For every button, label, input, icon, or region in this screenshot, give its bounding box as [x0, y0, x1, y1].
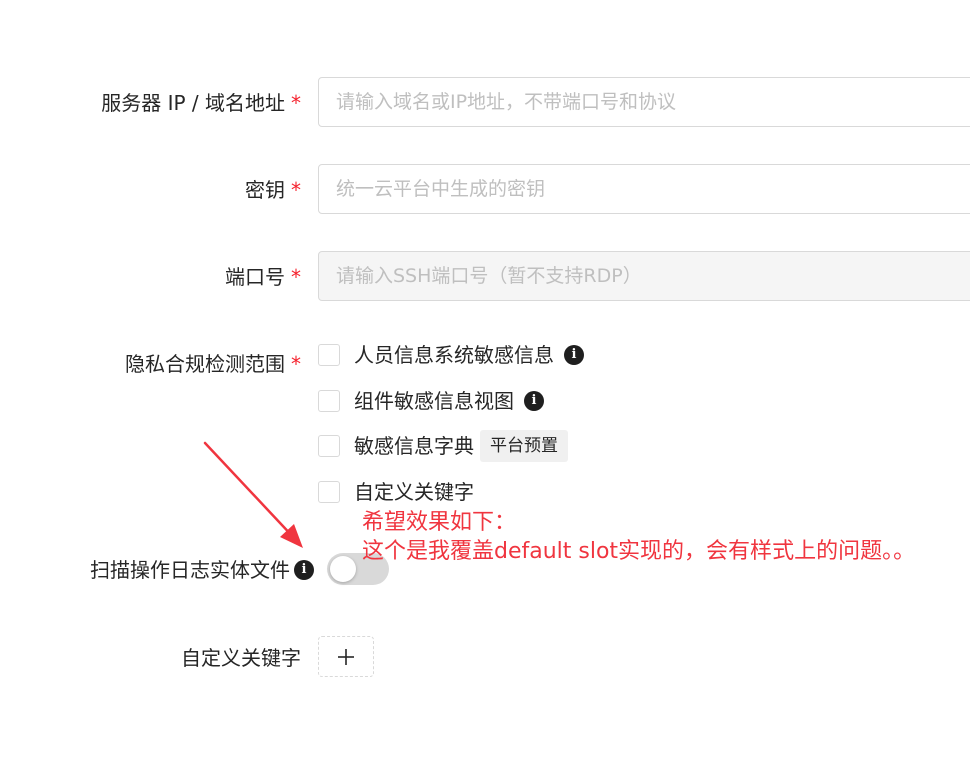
checkbox-box[interactable]: [318, 390, 340, 412]
annotation-text: 希望效果如下： 这个是我覆盖default slot实现的，会有样式上的问题。。: [362, 510, 916, 564]
server-address-label: 服务器 IP / 域名地址 *: [101, 91, 301, 115]
scan-log-label: 扫描操作日志实体文件 i: [90, 556, 314, 584]
form-page: 服务器 IP / 域名地址* 密钥* 端口号* 隐私合规检测范围* 人员信息系统…: [0, 0, 970, 766]
checkbox-sensitive-dictionary[interactable]: 敏感信息字典 平台预置: [318, 430, 568, 462]
secret-key-label: 密钥 *: [245, 178, 301, 202]
platform-preset-tag: 平台预置: [480, 430, 568, 462]
info-icon[interactable]: i: [564, 345, 584, 365]
checkbox-personnel-sensitive-info[interactable]: 人员信息系统敏感信息 i: [318, 341, 584, 369]
plus-icon: [338, 648, 354, 665]
checkbox-box[interactable]: [318, 435, 340, 457]
required-mark: *: [291, 91, 301, 115]
privacy-scope-label: 隐私合规检测范围 *: [125, 352, 301, 376]
port-input: [318, 251, 970, 301]
secret-key-input[interactable]: [318, 164, 970, 214]
custom-keywords-label: 自定义关键字: [181, 646, 301, 670]
switch-knob: [330, 556, 356, 582]
required-mark: *: [291, 265, 301, 289]
checkbox-custom-keywords[interactable]: 自定义关键字: [318, 478, 474, 506]
info-icon[interactable]: i: [294, 560, 314, 580]
checkbox-box[interactable]: [318, 481, 340, 503]
checkbox-box[interactable]: [318, 344, 340, 366]
port-label: 端口号 *: [225, 265, 301, 289]
checkbox-component-sensitive-view[interactable]: 组件敏感信息视图 i: [318, 387, 544, 415]
required-mark: *: [291, 178, 301, 202]
add-keyword-button[interactable]: [318, 636, 374, 677]
server-address-input[interactable]: [318, 77, 970, 127]
required-mark: *: [291, 352, 301, 376]
info-icon[interactable]: i: [524, 391, 544, 411]
